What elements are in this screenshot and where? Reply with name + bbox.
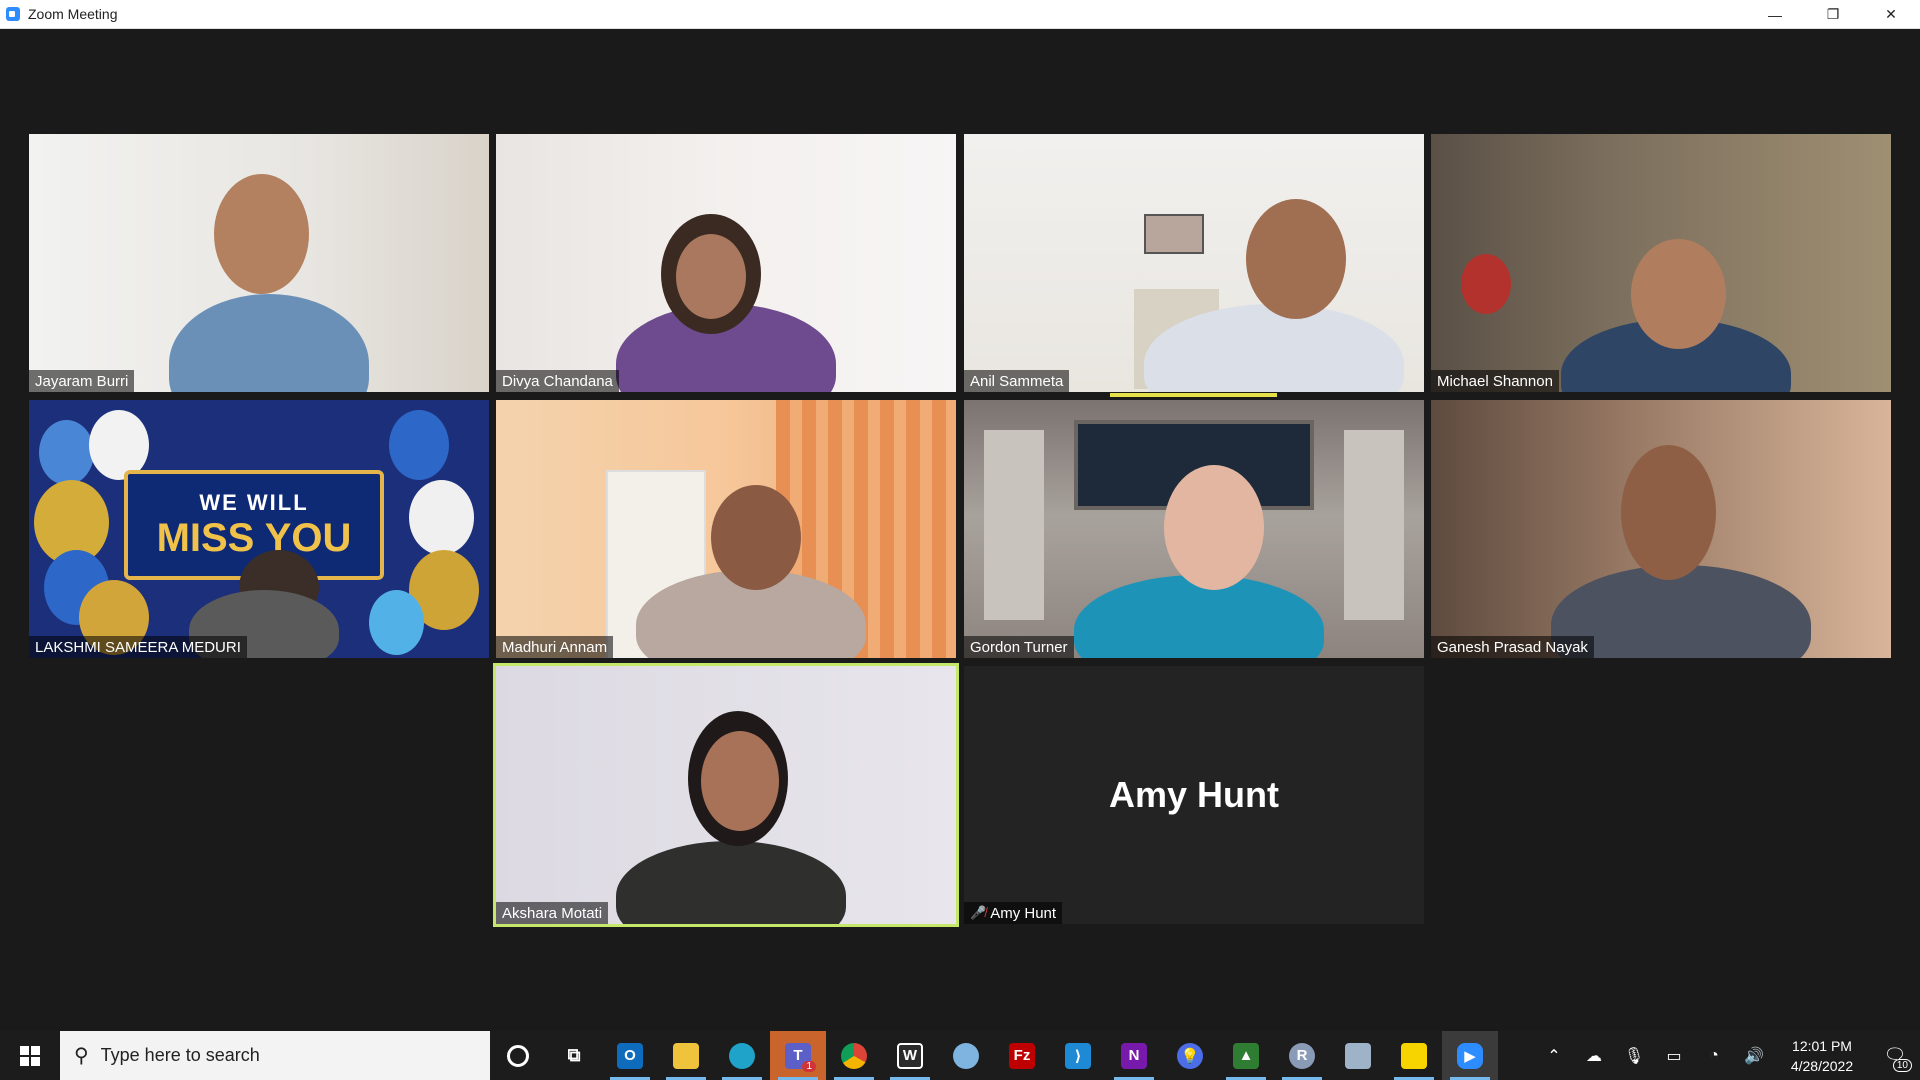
onedrive-icon[interactable]: ☁ [1574, 1031, 1614, 1080]
participant-head [1246, 199, 1346, 319]
participant-name-tag: LAKSHMI SAMEERA MEDURI [29, 636, 247, 658]
balloon [409, 480, 474, 555]
wifi-icon[interactable]: ◔ [1694, 1031, 1734, 1080]
participant-name-tag: Gordon Turner [964, 636, 1074, 658]
vscode-icon[interactable]: ⟩ [1050, 1031, 1106, 1080]
clock-date: 4/28/2022 [1790, 1057, 1854, 1074]
participant-name-tag: Anil Sammeta [964, 370, 1070, 392]
participant-name-tag: 🎤̸ Amy Hunt [964, 902, 1063, 924]
chrome-icon[interactable] [826, 1031, 882, 1080]
banner-line-2: MISS YOU [156, 516, 352, 560]
start-button[interactable] [0, 1031, 60, 1080]
search-input[interactable] [100, 1045, 461, 1066]
participant-name-tag: Jayaram Burri [29, 370, 135, 392]
file-icon[interactable] [1330, 1031, 1386, 1080]
balloon [389, 410, 449, 480]
background-panel [1344, 430, 1404, 620]
balloon [39, 420, 94, 485]
participant-display-name: Amy Hunt [1109, 774, 1279, 815]
windows-logo-icon [20, 1045, 40, 1066]
notification-count: 10 [1892, 1059, 1912, 1072]
video-tile[interactable]: Divya Chandana [496, 134, 956, 392]
outlook-icon[interactable]: O [602, 1031, 658, 1080]
wall-picture [1144, 214, 1204, 254]
participant-face [676, 234, 746, 319]
mic-muted-icon: 🎤̸ [970, 905, 987, 920]
balloon [369, 590, 424, 655]
video-tile[interactable]: WE WILL MISS YOU LAKSHMI SAMEERA MEDURI [29, 400, 489, 658]
video-tile[interactable]: Madhuri Annam [496, 400, 956, 658]
app2-icon[interactable]: ▲ [1218, 1031, 1274, 1080]
zoom-app-icon [6, 7, 20, 21]
maximize-button[interactable]: ❐ [1804, 0, 1862, 29]
participant-head [711, 485, 801, 590]
participant-name-tag: Akshara Motati [496, 902, 609, 924]
video-tile-no-video[interactable]: Amy Hunt 🎤̸ Amy Hunt [964, 666, 1424, 924]
window-titlebar: Zoom Meeting — ❐ ✕ [0, 0, 1920, 29]
teams-badge: 1 [802, 1061, 816, 1072]
video-tile[interactable]: Michael Shannon [1431, 134, 1891, 392]
task-view-icon[interactable]: ⧉ [546, 1031, 602, 1080]
video-tile[interactable]: Jayaram Burri [29, 134, 489, 392]
speaking-indicator [1110, 393, 1277, 397]
window-controls: — ❐ ✕ [1746, 0, 1920, 29]
participant-name-tag: Ganesh Prasad Nayak [1431, 636, 1594, 658]
participant-name-tag: Divya Chandana [496, 370, 619, 392]
system-tray: ⌃ ☁ 🎙 ▭ ◔ 🔊 12:01 PM 4/28/2022 🗨 10 [1534, 1031, 1920, 1080]
banner-line-1: WE WILL [199, 490, 309, 515]
sticky-notes-icon[interactable] [1386, 1031, 1442, 1080]
participant-head [1631, 239, 1726, 349]
window-title: Zoom Meeting [28, 6, 118, 22]
background-object [1461, 254, 1511, 314]
video-tile[interactable]: Ganesh Prasad Nayak [1431, 400, 1891, 658]
volume-icon[interactable]: 🔊 [1734, 1031, 1774, 1080]
video-tile-active-speaker[interactable]: Akshara Motati [493, 663, 959, 927]
participant-head [1621, 445, 1716, 580]
file-explorer-icon[interactable] [658, 1031, 714, 1080]
battery-icon[interactable]: ▭ [1654, 1031, 1694, 1080]
participant-face [701, 731, 779, 831]
teams-icon[interactable]: T 1 [770, 1031, 826, 1080]
microphone-icon[interactable]: 🎙 [1614, 1031, 1654, 1080]
participant-name-tag: Madhuri Annam [496, 636, 614, 658]
search-icon: ⚲ [74, 1045, 89, 1067]
filezilla-icon[interactable]: Fz [994, 1031, 1050, 1080]
notification-center-icon[interactable]: 🗨 10 [1870, 1031, 1920, 1080]
participant-head [214, 174, 309, 294]
cortana-icon[interactable] [490, 1031, 546, 1080]
tips-icon[interactable]: 💡 [1162, 1031, 1218, 1080]
paint-icon[interactable] [938, 1031, 994, 1080]
video-tile[interactable]: Gordon Turner [964, 400, 1424, 658]
taskbar-search[interactable]: ⚲ [60, 1031, 490, 1080]
minimize-button[interactable]: — [1746, 0, 1804, 29]
system-clock[interactable]: 12:01 PM 4/28/2022 [1774, 1036, 1870, 1076]
onenote-icon[interactable]: N [1106, 1031, 1162, 1080]
zoom-icon[interactable]: ▶ [1442, 1031, 1498, 1080]
participant-head [1164, 465, 1264, 590]
gallery-view: Jayaram Burri Divya Chandana Anil Sammet… [0, 29, 1920, 1031]
chevron-up-icon[interactable]: ⌃ [1534, 1031, 1574, 1080]
r-icon[interactable]: R [1274, 1031, 1330, 1080]
video-tile[interactable]: Anil Sammeta [964, 134, 1424, 392]
app-icon[interactable]: W [882, 1031, 938, 1080]
close-button[interactable]: ✕ [1862, 0, 1920, 29]
windows-taskbar: ⚲ ⧉ O T 1 W Fz ⟩ N 💡 ▲ R ▶ ⌃ ☁ 🎙 ▭ ◔ 🔊 1… [0, 1031, 1920, 1080]
clock-time: 12:01 PM [1792, 1037, 1852, 1054]
background-panel [984, 430, 1044, 620]
edge-icon[interactable] [714, 1031, 770, 1080]
participant-name-tag: Michael Shannon [1431, 370, 1559, 392]
